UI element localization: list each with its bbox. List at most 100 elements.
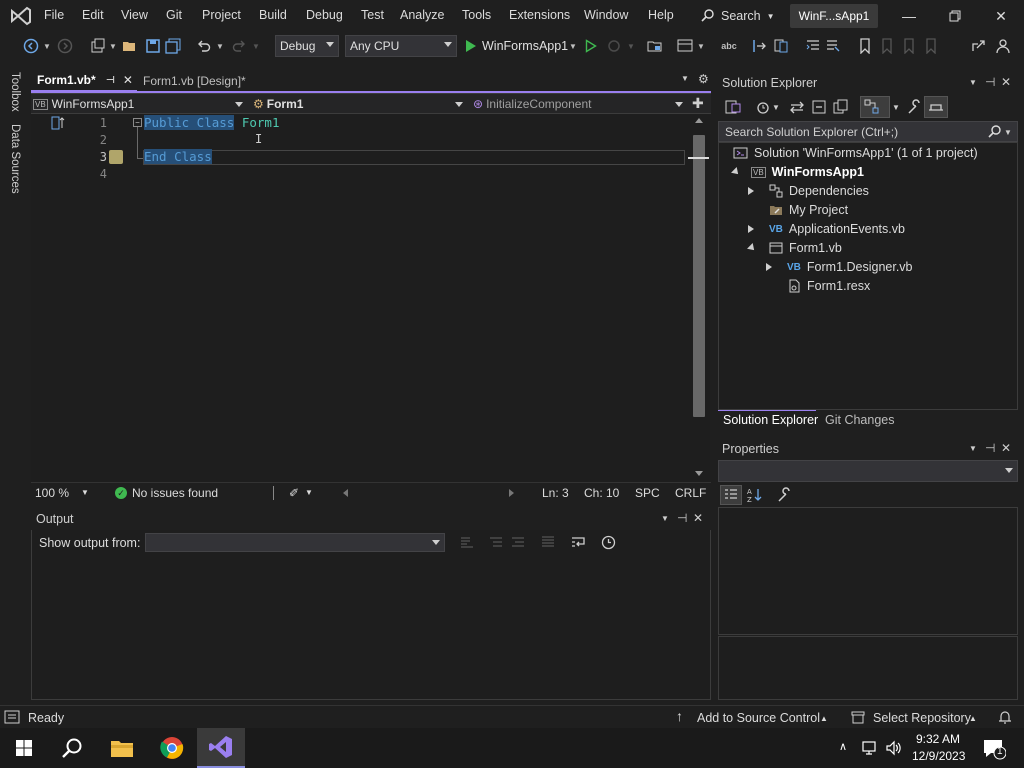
layout-dropdown-icon[interactable]: ▼	[696, 36, 706, 56]
start-debugging-icon[interactable]	[464, 36, 478, 56]
visual-studio-logo-icon[interactable]	[8, 5, 34, 27]
run-target-label[interactable]: WinFormsApp1	[482, 36, 568, 56]
volume-icon[interactable]	[885, 740, 903, 756]
brush-icon[interactable]: ✐	[289, 486, 299, 500]
properties-view-toggle[interactable]	[860, 96, 890, 118]
tree-item-project[interactable]: VB WinFormsApp1	[751, 165, 864, 179]
add-to-source-control[interactable]: Add to Source Control	[697, 711, 820, 725]
properties-wrench-icon[interactable]	[906, 98, 924, 116]
column-indicator[interactable]: Ch: 10	[584, 486, 619, 500]
scrollbar-thumb[interactable]	[693, 135, 705, 417]
new-project-icon[interactable]	[88, 36, 108, 56]
scroll-left-icon[interactable]	[343, 489, 348, 497]
menu-build[interactable]: Build	[259, 8, 287, 22]
window-position-dropdown-icon[interactable]: ▼	[969, 444, 977, 453]
tree-item-application-events[interactable]: VB ApplicationEvents.vb	[769, 222, 905, 236]
tab-git-changes[interactable]: Git Changes	[825, 413, 894, 427]
preview-selected-items-toggle[interactable]	[924, 96, 948, 118]
close-panel-icon[interactable]: ✕	[693, 511, 703, 525]
taskbar-search-icon[interactable]	[48, 728, 96, 768]
tree-item-my-project[interactable]: My Project	[769, 203, 848, 217]
expanded-arrow-icon[interactable]	[747, 243, 757, 253]
minimize-icon[interactable]: —	[898, 6, 920, 26]
menu-file[interactable]: File	[44, 8, 64, 22]
find-message-in-code-icon[interactable]	[460, 535, 474, 549]
tree-item-form1-designer[interactable]: VB Form1.Designer.vb	[787, 260, 913, 274]
network-icon[interactable]	[862, 741, 880, 755]
collapsed-arrow-icon[interactable]	[748, 187, 754, 195]
tab-form1-vb[interactable]: Form1.vb* ⊣ ✕	[31, 70, 137, 92]
windows-start-icon[interactable]	[0, 728, 48, 768]
collapsed-arrow-icon[interactable]	[766, 263, 772, 271]
chevron-down-icon[interactable]: ▼	[772, 103, 780, 112]
menu-view[interactable]: View	[121, 8, 148, 22]
type-dropdown[interactable]: ⚙ Form1	[253, 95, 467, 113]
solution-name-badge[interactable]: WinF...sApp1	[790, 4, 878, 28]
tree-item-form1-resx[interactable]: Form1.resx	[787, 279, 870, 293]
pin-icon[interactable]: ⊣	[985, 441, 995, 455]
tree-item-form1[interactable]: Form1.vb	[769, 241, 842, 255]
hot-reload-dropdown-icon[interactable]: ▼	[626, 36, 636, 56]
close-tab-icon[interactable]: ✕	[123, 73, 133, 87]
issues-status[interactable]: No issues found	[132, 486, 218, 500]
window-position-dropdown-icon[interactable]: ▼	[969, 78, 977, 87]
chevron-up-icon[interactable]: ▲	[969, 714, 977, 723]
feedback-icon[interactable]	[994, 36, 1012, 56]
notification-center-icon[interactable]: 1	[982, 738, 1007, 760]
select-repository[interactable]: Select Repository	[873, 711, 971, 725]
clear-bookmarks-icon[interactable]	[922, 36, 940, 56]
pin-icon[interactable]: ⊣	[677, 511, 687, 525]
visual-studio-taskbar-icon[interactable]	[197, 728, 245, 768]
properties-object-select[interactable]	[718, 460, 1018, 482]
collapse-all-icon[interactable]	[810, 98, 828, 116]
chevron-up-icon[interactable]: ∧	[839, 740, 847, 753]
new-dropdown-icon[interactable]: ▼	[108, 36, 118, 56]
menu-analyze[interactable]: Analyze	[400, 8, 444, 22]
comment-icon[interactable]	[824, 36, 842, 56]
code-editor[interactable]: 1 2 3 4 − Public Class Form1 End Class I	[31, 114, 691, 482]
tree-item-dependencies[interactable]: Dependencies	[769, 184, 869, 198]
browse-folder-icon[interactable]	[646, 36, 664, 56]
menu-project[interactable]: Project	[202, 8, 241, 22]
output-window-icon[interactable]	[4, 710, 20, 724]
clock-time[interactable]: 9:32 AM	[916, 732, 960, 746]
show-all-files-icon[interactable]	[832, 98, 850, 116]
bookmark-icon[interactable]	[856, 36, 874, 56]
categorized-view-button[interactable]	[720, 485, 742, 505]
scroll-right-icon[interactable]	[509, 489, 514, 497]
chevron-down-icon[interactable]: ▼	[892, 103, 900, 112]
save-icon[interactable]	[144, 36, 162, 56]
word-wrap-icon[interactable]	[571, 535, 587, 549]
project-dropdown[interactable]: VB WinFormsApp1	[33, 95, 247, 113]
scroll-up-icon[interactable]	[695, 118, 703, 123]
menu-window[interactable]: Window	[584, 8, 628, 22]
back-icon[interactable]	[22, 36, 40, 56]
clock-icon[interactable]	[601, 535, 616, 550]
tab-form1-design[interactable]: Form1.vb [Design]*	[137, 70, 287, 92]
layout-icon[interactable]	[676, 36, 694, 56]
menu-test[interactable]: Test	[361, 8, 384, 22]
menu-debug[interactable]: Debug	[306, 8, 343, 22]
pin-icon[interactable]: ⊣	[985, 75, 995, 89]
search-options-dropdown-icon[interactable]: ▼	[1004, 128, 1012, 137]
solution-search-box[interactable]: Search Solution Explorer (Ctrl+;) ▼	[718, 121, 1018, 142]
run-target-dropdown-icon[interactable]: ▼	[568, 36, 578, 56]
hot-reload-icon[interactable]	[606, 36, 622, 56]
close-panel-icon[interactable]: ✕	[1001, 75, 1011, 89]
chrome-icon[interactable]	[148, 728, 196, 768]
start-without-debugging-icon[interactable]	[583, 36, 599, 56]
redo-dropdown-icon[interactable]: ▼	[251, 36, 261, 56]
tab-list-dropdown-icon[interactable]: ▼	[681, 74, 689, 83]
redo-icon[interactable]	[230, 36, 248, 56]
tree-item-solution[interactable]: Solution 'WinFormsApp1' (1 of 1 project)	[733, 146, 978, 160]
split-window-icon[interactable]: ✚	[692, 95, 704, 112]
expanded-arrow-icon[interactable]	[731, 167, 741, 177]
chevron-down-icon[interactable]: ▼	[305, 488, 313, 497]
tab-solution-explorer[interactable]: Solution Explorer	[723, 413, 818, 427]
search-button[interactable]: Search ▼	[700, 5, 780, 27]
menu-help[interactable]: Help	[648, 8, 674, 22]
forward-icon[interactable]	[56, 36, 74, 56]
next-message-icon[interactable]	[511, 535, 525, 549]
notifications-bell-icon[interactable]	[997, 710, 1013, 725]
scroll-down-icon[interactable]	[695, 471, 703, 476]
